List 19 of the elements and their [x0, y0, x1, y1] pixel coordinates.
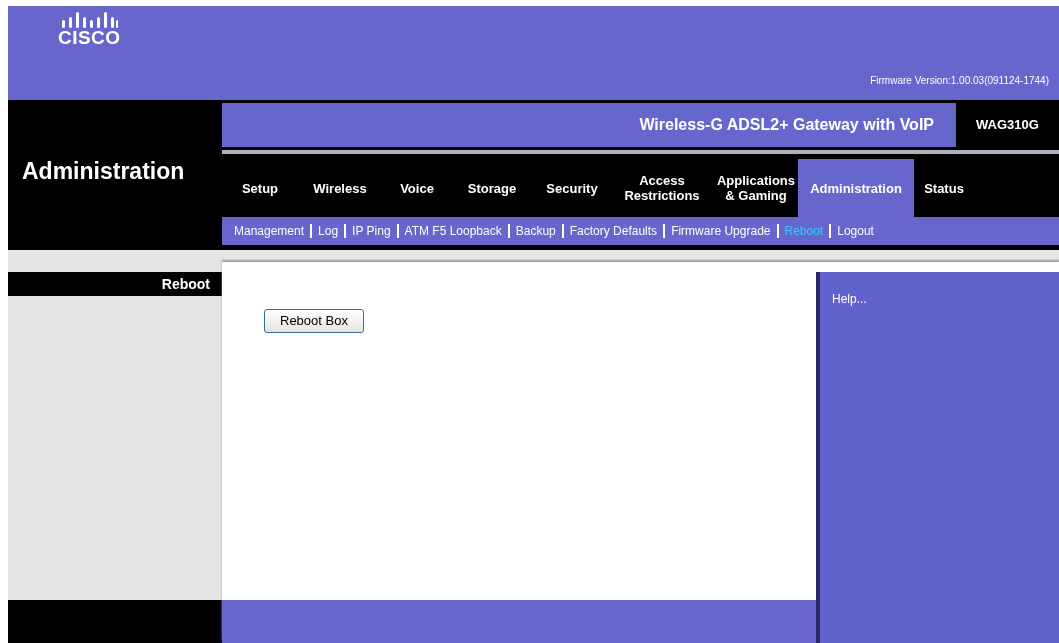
- model-label: WAG310G: [956, 103, 1059, 147]
- section-title: Administration: [22, 156, 185, 186]
- subnav-link[interactable]: Logout: [837, 222, 874, 240]
- help-text: Help...: [832, 292, 867, 306]
- firmware-version: Firmware Version:1.00.03(091124-1744): [870, 74, 1049, 88]
- reboot-button[interactable]: Reboot Box: [264, 308, 364, 333]
- subnav-link[interactable]: Management: [234, 222, 305, 240]
- subnav-link[interactable]: Log: [318, 222, 339, 240]
- subnav-link[interactable]: IP Ping: [352, 222, 391, 240]
- subnav-link[interactable]: Firmware Upgrade: [671, 222, 771, 240]
- subnav-link[interactable]: ATM F5 Loopback: [404, 222, 502, 240]
- subnav-link[interactable]: Backup: [515, 222, 556, 240]
- sidebar-heading: Reboot: [161, 274, 210, 294]
- subnav-link[interactable]: Reboot: [784, 222, 824, 240]
- logo-text: CISCO: [58, 28, 121, 47]
- logo-bars-icon: [60, 12, 119, 28]
- nav-tab[interactable]: Administration: [798, 159, 914, 217]
- product-name: Wireless-G ADSL2+ Gateway with VoIP: [639, 115, 934, 135]
- subnav-link[interactable]: Factory Defaults: [569, 222, 658, 240]
